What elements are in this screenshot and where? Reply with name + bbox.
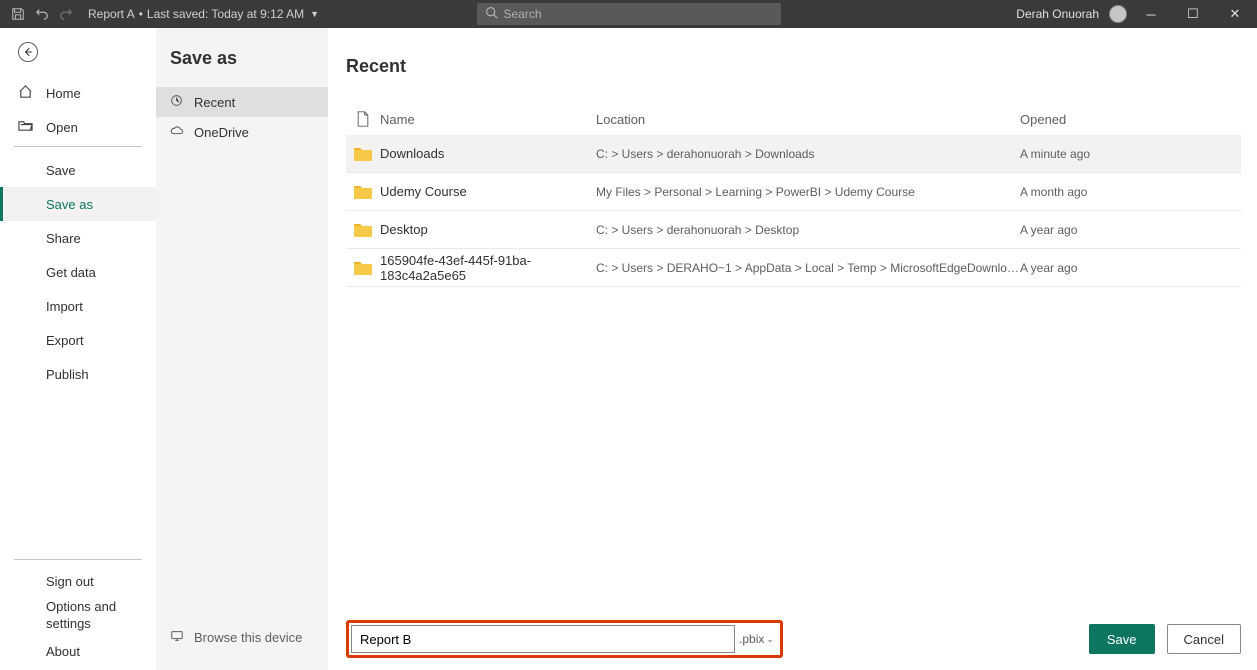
col-name[interactable]: Name xyxy=(380,112,596,127)
browse-device[interactable]: Browse this device xyxy=(156,622,302,652)
nav-open[interactable]: Open xyxy=(0,110,156,144)
nav-about[interactable]: About xyxy=(0,636,156,666)
title-bar: Report A • Last saved: Today at 9:12 AM … xyxy=(0,0,1257,28)
doc-icon xyxy=(346,111,380,127)
nav-save[interactable]: Save xyxy=(0,153,156,187)
nav-share[interactable]: Share xyxy=(0,221,156,255)
mid-onedrive[interactable]: OneDrive xyxy=(156,117,328,147)
nav-publish[interactable]: Publish xyxy=(0,357,156,391)
folder-icon xyxy=(346,146,380,162)
table-row[interactable]: 165904fe-43ef-445f-91ba-183c4a2a5e65 C: … xyxy=(346,249,1241,287)
row-opened: A minute ago xyxy=(1020,147,1241,161)
row-location: My Files > Personal > Learning > PowerBI… xyxy=(596,185,1020,199)
left-nav: Home Open Save Save as Share Get data Im… xyxy=(0,28,156,670)
nav-sign-out[interactable]: Sign out xyxy=(0,566,156,596)
extension-select[interactable]: .pbix ⌄ xyxy=(734,625,778,653)
user-name[interactable]: Derah Onuorah xyxy=(1016,7,1099,21)
maximize-button[interactable]: ☐ xyxy=(1175,0,1211,28)
chevron-down-icon: ⌄ xyxy=(766,634,774,645)
search-placeholder: Search xyxy=(504,7,542,21)
nav-options[interactable]: Options and settings xyxy=(0,596,156,636)
cancel-button[interactable]: Cancel xyxy=(1167,624,1241,654)
close-button[interactable]: ✕ xyxy=(1217,0,1253,28)
content-area: Recent Name Location Opened Downloads C:… xyxy=(328,28,1257,670)
search-icon xyxy=(485,6,498,22)
mid-title: Save as xyxy=(156,48,328,69)
home-icon xyxy=(18,84,34,102)
mid-recent[interactable]: Recent xyxy=(156,87,328,117)
cloud-icon xyxy=(170,124,184,141)
row-opened: A year ago xyxy=(1020,261,1241,275)
col-opened[interactable]: Opened xyxy=(1020,112,1241,127)
back-button[interactable] xyxy=(18,42,38,62)
filename-highlight: .pbix ⌄ xyxy=(346,620,783,658)
row-opened: A month ago xyxy=(1020,185,1241,199)
col-location[interactable]: Location xyxy=(596,112,1020,127)
row-opened: A year ago xyxy=(1020,223,1241,237)
redo-icon[interactable] xyxy=(58,6,74,22)
saved-status: Last saved: Today at 9:12 AM xyxy=(147,7,304,21)
row-name: Udemy Course xyxy=(380,184,596,199)
device-icon xyxy=(170,629,184,646)
row-location: C: > Users > derahonuorah > Desktop xyxy=(596,223,1020,237)
save-button[interactable]: Save xyxy=(1089,624,1155,654)
nav-import[interactable]: Import xyxy=(0,289,156,323)
report-name: Report A xyxy=(88,7,135,21)
save-icon[interactable] xyxy=(10,6,26,22)
folder-open-icon xyxy=(18,118,34,136)
nav-save-as[interactable]: Save as xyxy=(0,187,156,221)
table-row[interactable]: Udemy Course My Files > Personal > Learn… xyxy=(346,173,1241,211)
table-row[interactable]: Desktop C: > Users > derahonuorah > Desk… xyxy=(346,211,1241,249)
mid-panel: Save as Recent OneDrive Browse this devi… xyxy=(156,28,328,670)
table-row[interactable]: Downloads C: > Users > derahonuorah > Do… xyxy=(346,135,1241,173)
folder-icon xyxy=(346,184,380,200)
nav-get-data[interactable]: Get data xyxy=(0,255,156,289)
search-input[interactable]: Search xyxy=(477,3,781,25)
undo-icon[interactable] xyxy=(34,6,50,22)
row-location: C: > Users > DERAHO~1 > AppData > Local … xyxy=(596,261,1020,275)
nav-export[interactable]: Export xyxy=(0,323,156,357)
nav-home[interactable]: Home xyxy=(0,76,156,110)
row-name: 165904fe-43ef-445f-91ba-183c4a2a5e65 xyxy=(380,253,596,283)
avatar[interactable] xyxy=(1109,5,1127,23)
divider xyxy=(14,146,142,147)
row-name: Desktop xyxy=(380,222,596,237)
folder-icon xyxy=(346,260,380,276)
table-header: Name Location Opened xyxy=(346,103,1241,135)
content-title: Recent xyxy=(346,56,1241,77)
row-name: Downloads xyxy=(380,146,596,161)
row-location: C: > Users > derahonuorah > Downloads xyxy=(596,147,1020,161)
chevron-down-icon[interactable]: ▼ xyxy=(310,9,319,19)
filename-input[interactable] xyxy=(351,625,735,653)
clock-icon xyxy=(170,94,184,110)
folder-icon xyxy=(346,222,380,238)
minimize-button[interactable]: ─ xyxy=(1133,0,1169,28)
divider xyxy=(14,559,142,560)
bottom-bar: .pbix ⌄ Save Cancel xyxy=(346,620,1241,658)
